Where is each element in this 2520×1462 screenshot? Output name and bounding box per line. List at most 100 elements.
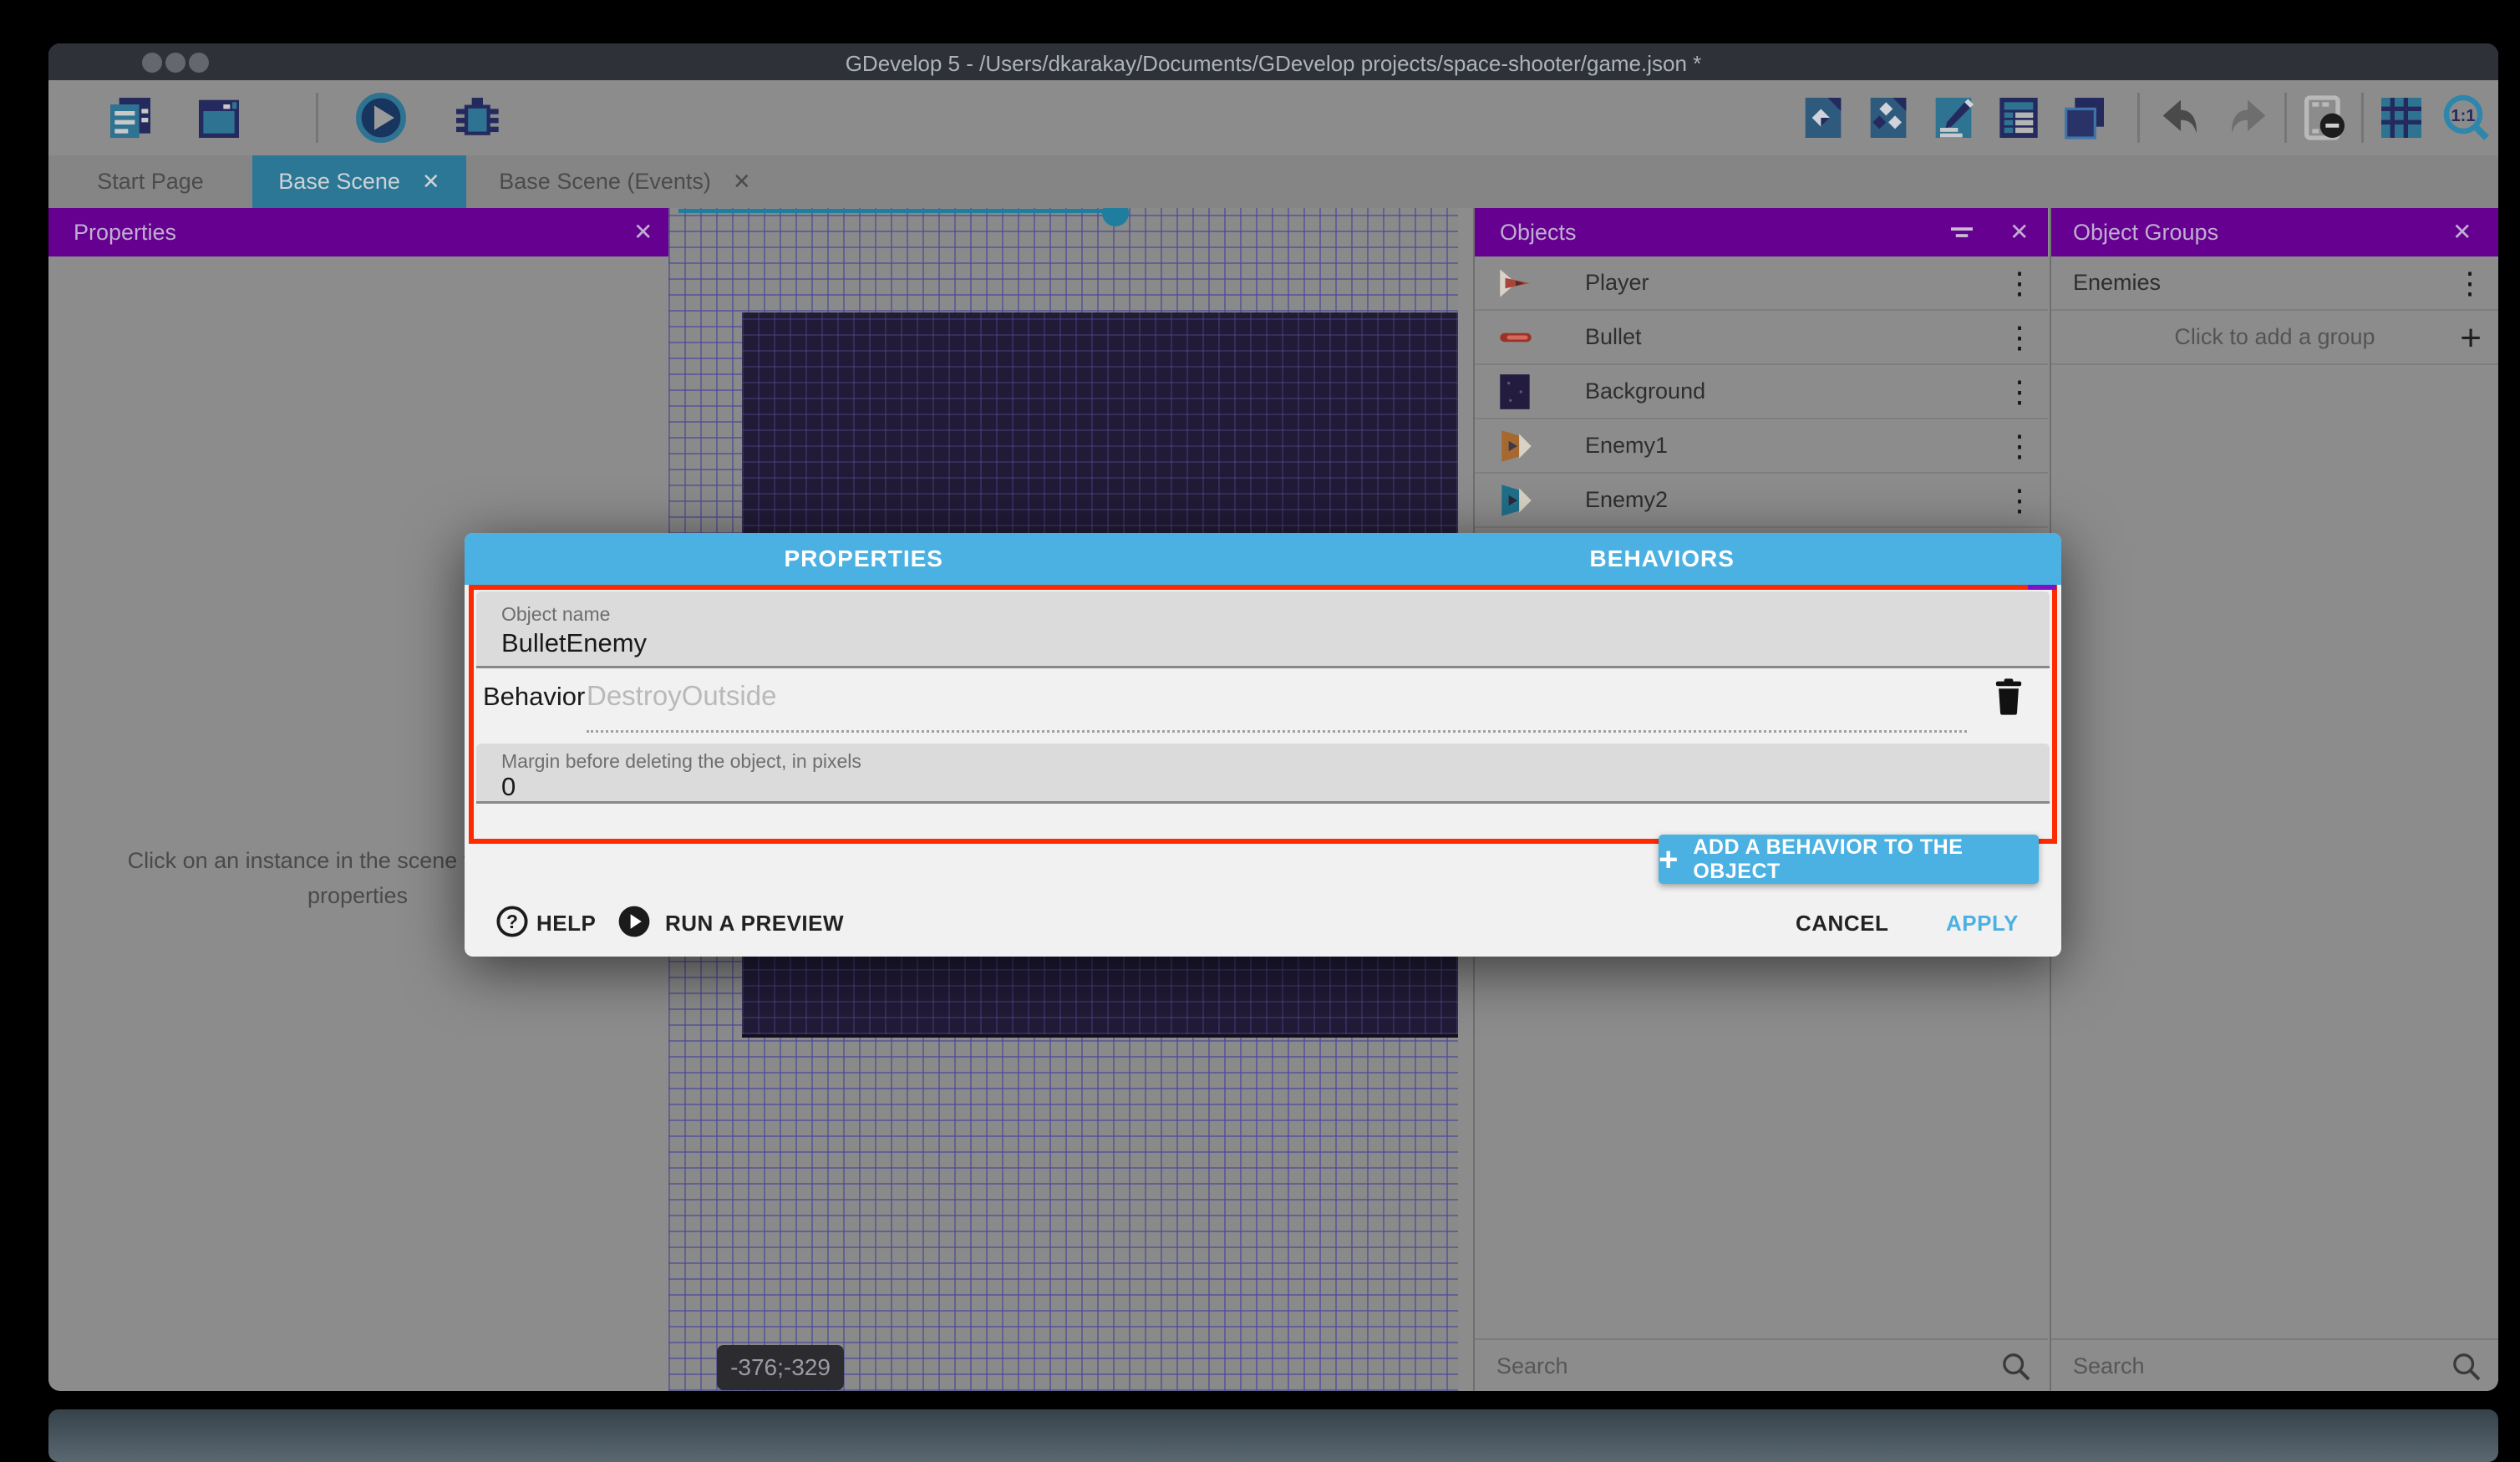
panel-title: Object Groups (2073, 220, 2218, 246)
properties-panel-header: Properties ✕ (48, 208, 668, 256)
search-icon (1999, 1350, 2033, 1383)
add-behavior-button[interactable]: + ADD A BEHAVIOR TO THE OBJECT (1659, 835, 2039, 884)
object-label: Enemy1 (1585, 433, 1668, 459)
tab-base-scene-events[interactable]: Base Scene (Events) ✕ (466, 155, 784, 208)
dialog-tab-bar: PROPERTIES BEHAVIORS (465, 533, 2061, 585)
properties-list-icon[interactable] (1992, 91, 2045, 145)
group-row-enemies[interactable]: Enemies ⋮ (2051, 256, 2498, 311)
svg-text:?: ? (506, 911, 518, 932)
title-bar: GDevelop 5 - /Users/dkarakay/Documents/G… (48, 43, 2498, 80)
redo-icon[interactable] (2221, 91, 2274, 145)
selection-handle[interactable] (1102, 208, 1129, 226)
object-name-value[interactable]: BulletEnemy (501, 628, 647, 658)
main-toolbar: 1:1 (48, 80, 2498, 155)
object-label: Enemy2 (1585, 487, 1668, 513)
bullet-object-icon (1495, 317, 1537, 358)
toolbar-separator (2137, 93, 2140, 143)
kebab-menu-icon[interactable]: ⋮ (2455, 266, 2480, 301)
cursor-coordinates-badge: -376;-329 (717, 1345, 844, 1390)
run-preview-button[interactable]: RUN A PREVIEW (665, 911, 844, 937)
panel-title: Objects (1500, 220, 1577, 246)
apply-button[interactable]: APPLY (1946, 911, 2019, 937)
object-editor-dialog: PROPERTIES BEHAVIORS Object name BulletE… (465, 533, 2061, 957)
close-tab-icon[interactable]: ✕ (733, 169, 751, 195)
run-preview-icon[interactable] (617, 904, 652, 939)
search-icon (2450, 1350, 2483, 1383)
tab-label: Base Scene (Events) (499, 169, 711, 195)
tab-base-scene[interactable]: Base Scene ✕ (252, 155, 466, 208)
plus-icon[interactable]: + (2460, 317, 2482, 359)
kebab-menu-icon[interactable]: ⋮ (2004, 374, 2030, 409)
kebab-menu-icon[interactable]: ⋮ (2004, 483, 2030, 518)
behavior-name-field[interactable]: DestroyOutside (587, 680, 776, 712)
annotation-purple-chip (2028, 585, 2056, 590)
player-object-icon (1495, 262, 1537, 304)
close-tab-icon[interactable]: ✕ (422, 169, 440, 195)
objects-panel-header: Objects ✕ (1475, 208, 2048, 256)
panel-title: Properties (74, 220, 176, 246)
export-icon[interactable] (1796, 91, 1850, 145)
undo-icon[interactable] (2154, 91, 2208, 145)
close-panel-icon[interactable]: ✕ (2452, 218, 2472, 246)
delete-behavior-icon[interactable] (1987, 673, 2030, 720)
add-group-row[interactable]: Click to add a group + (2051, 311, 2498, 365)
cancel-button[interactable]: CANCEL (1796, 911, 1888, 937)
kebab-menu-icon[interactable]: ⋮ (2004, 429, 2030, 464)
edit-scene-icon[interactable] (1927, 91, 1980, 145)
background-window-strip (48, 1409, 2498, 1462)
filter-icon[interactable] (1949, 221, 1974, 243)
behavior-field-underline (587, 730, 1967, 733)
margin-value[interactable]: 0 (501, 772, 516, 802)
help-button[interactable]: HELP (536, 911, 596, 937)
mask-icon[interactable] (2298, 91, 2351, 145)
groups-search-input[interactable] (2073, 1347, 2386, 1385)
add-group-label: Click to add a group (2051, 324, 2498, 350)
object-name-label: Object name (501, 603, 610, 626)
object-row-bullet[interactable]: Bullet ⋮ (1475, 311, 2048, 365)
groups-search-box (2051, 1338, 2498, 1391)
close-panel-icon[interactable]: ✕ (633, 218, 653, 246)
tab-start-page[interactable]: Start Page (48, 155, 252, 208)
tab-label: Base Scene (278, 169, 400, 195)
margin-field[interactable]: Margin before deleting the object, in pi… (476, 744, 2050, 804)
close-panel-icon[interactable]: ✕ (2009, 218, 2029, 246)
instances-icon[interactable] (1862, 91, 1915, 145)
kebab-menu-icon[interactable]: ⋮ (2004, 266, 2030, 301)
behavior-label: Behavior (483, 682, 585, 712)
margin-label: Margin before deleting the object, in pi… (501, 750, 861, 773)
add-behavior-label: ADD A BEHAVIOR TO THE OBJECT (1693, 835, 2039, 884)
tab-properties[interactable]: PROPERTIES (465, 533, 1263, 585)
object-row-enemy2[interactable]: Enemy2 ⋮ (1475, 474, 2048, 528)
svg-text:1:1: 1:1 (2451, 107, 2476, 125)
object-name-field[interactable]: Object name BulletEnemy (476, 591, 2050, 668)
zoom-1-1-icon[interactable]: 1:1 (2440, 91, 2493, 145)
object-row-background[interactable]: Background ⋮ (1475, 365, 2048, 419)
object-label: Player (1585, 270, 1649, 296)
plus-icon: + (1659, 843, 1678, 876)
object-groups-panel: Object Groups ✕ Enemies ⋮ Click to add a… (2050, 208, 2498, 1391)
layers-icon[interactable] (2057, 91, 2111, 145)
object-label: Bullet (1585, 324, 1642, 350)
group-label: Enemies (2073, 270, 2161, 296)
object-row-player[interactable]: Player ⋮ (1475, 256, 2048, 311)
object-row-enemy1[interactable]: Enemy1 ⋮ (1475, 419, 2048, 474)
toolbar-separator (316, 93, 318, 143)
tab-label: Start Page (97, 169, 204, 195)
object-groups-panel-header: Object Groups ✕ (2051, 208, 2498, 256)
help-icon[interactable]: ? (495, 904, 530, 939)
empty-message-line2: properties (307, 883, 408, 908)
debug-icon[interactable] (450, 91, 503, 145)
enemy1-object-icon (1495, 425, 1537, 467)
project-manager-icon[interactable] (104, 91, 157, 145)
kebab-menu-icon[interactable]: ⋮ (2004, 320, 2030, 355)
tab-behaviors[interactable]: BEHAVIORS (1263, 533, 2062, 585)
window-title: GDevelop 5 - /Users/dkarakay/Documents/G… (48, 51, 2498, 77)
objects-search-input[interactable] (1496, 1347, 1898, 1385)
new-window-icon[interactable] (192, 91, 246, 145)
enemy2-object-icon (1495, 480, 1537, 521)
object-label: Background (1585, 378, 1705, 404)
background-object-icon (1495, 371, 1537, 413)
grid-icon[interactable] (2375, 91, 2428, 145)
selection-highlight (678, 209, 1115, 213)
play-preview-icon[interactable] (354, 91, 408, 145)
